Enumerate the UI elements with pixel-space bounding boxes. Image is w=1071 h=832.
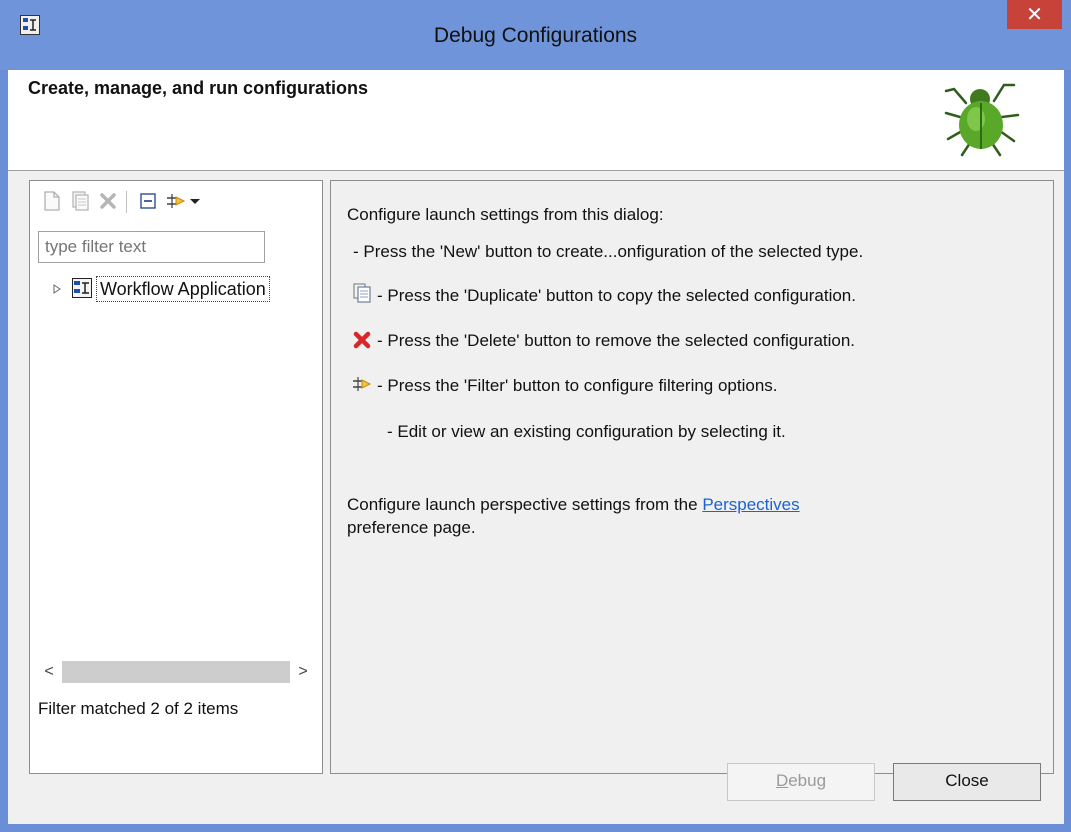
close-window-button[interactable]: ✕ xyxy=(1007,0,1062,29)
debug-button[interactable]: Debug xyxy=(727,763,875,801)
help-line-filter: - Press the 'Filter' button to configure… xyxy=(377,376,778,395)
delete-icon[interactable] xyxy=(96,189,120,213)
filter-icon[interactable] xyxy=(164,189,188,213)
help-line-edit: - Edit or view an existing configuration… xyxy=(387,422,786,441)
perspectives-link[interactable]: Perspectives xyxy=(702,495,799,514)
horizontal-scrollbar[interactable]: < > xyxy=(38,659,314,685)
scroll-thumb[interactable] xyxy=(62,661,290,683)
perspective-text-after: preference page. xyxy=(347,518,476,537)
title-bar[interactable]: Debug Configurations ✕ xyxy=(0,0,1071,70)
tree-item-label[interactable]: Workflow Application xyxy=(96,276,270,302)
scroll-right-arrow[interactable]: > xyxy=(292,659,314,685)
scroll-left-arrow[interactable]: < xyxy=(38,659,60,685)
duplicate-icon[interactable] xyxy=(68,189,92,213)
window-title: Debug Configurations xyxy=(433,24,638,47)
debug-mnemonic: D xyxy=(775,771,789,790)
perspective-text: Configure launch perspective settings fr… xyxy=(347,495,800,515)
toolbar-separator xyxy=(126,191,127,213)
dialog-client-area: Create, manage, and run configurations t… xyxy=(8,70,1064,824)
bug-icon xyxy=(944,83,1020,157)
help-line-duplicate: - Press the 'Duplicate' button to copy t… xyxy=(377,286,856,305)
close-button[interactable]: Close xyxy=(893,763,1041,801)
perspective-text-before: Configure launch perspective settings fr… xyxy=(347,495,703,514)
help-line-delete: - Press the 'Delete' button to remove th… xyxy=(377,331,856,350)
debug-configurations-window: Debug Configurations ✕ Create, manage, a… xyxy=(0,0,1071,832)
expand-arrow-icon[interactable] xyxy=(52,284,62,294)
configuration-info-panel: Configure launch settings from this dial… xyxy=(330,180,1054,774)
filter-icon xyxy=(353,377,372,391)
configuration-list-panel: Workflow Application < > Filter matched … xyxy=(29,180,323,774)
intro-text: Configure launch settings from this dial… xyxy=(347,205,664,224)
dropdown-arrow-icon[interactable] xyxy=(188,189,202,213)
tree-item-workflow-application[interactable]: Workflow Application xyxy=(50,276,314,302)
delete-icon xyxy=(353,331,371,349)
collapse-all-icon[interactable] xyxy=(136,189,160,213)
dialog-header: Create, manage, and run configurations xyxy=(8,70,1064,171)
header-title: Create, manage, and run configurations xyxy=(28,78,369,98)
help-line-new: - Press the 'New' button to create...onf… xyxy=(353,242,864,261)
debug-label: ebug xyxy=(788,771,827,790)
filter-status-text: Filter matched 2 of 2 items xyxy=(38,699,239,718)
filter-text-input[interactable] xyxy=(38,231,265,263)
new-config-icon[interactable] xyxy=(40,189,64,213)
workflow-app-icon xyxy=(72,278,92,298)
duplicate-icon xyxy=(353,283,371,303)
